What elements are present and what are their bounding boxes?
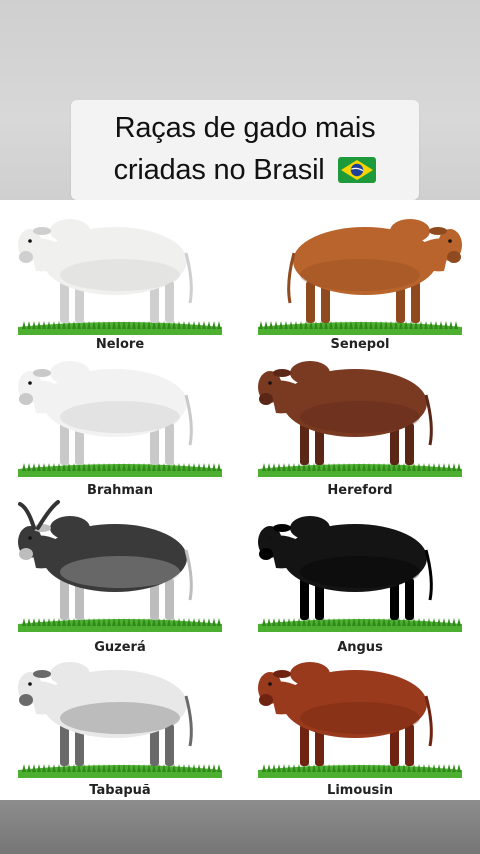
title-line-1: Raças de gado mais bbox=[114, 112, 376, 144]
cow-figure bbox=[258, 219, 462, 335]
cow-figure bbox=[258, 516, 462, 632]
breed-card: Tabapuã bbox=[0, 648, 240, 803]
breed-label: Nelore bbox=[95, 337, 145, 352]
title-line-2: criadas no Brasil bbox=[71, 154, 419, 191]
breed-image bbox=[18, 219, 222, 335]
breed-image bbox=[258, 219, 462, 335]
cow-figure bbox=[18, 500, 222, 632]
brazil-flag-icon bbox=[338, 157, 377, 191]
cow-figure bbox=[258, 361, 462, 477]
breed-card: Nelore bbox=[0, 205, 240, 357]
breed-label: Tabapuã bbox=[89, 783, 151, 798]
cow-figure bbox=[18, 361, 222, 477]
breed-image bbox=[258, 361, 462, 477]
breed-card: Limousin bbox=[240, 648, 480, 803]
breed-image bbox=[18, 500, 222, 632]
bottom-bar bbox=[0, 800, 480, 854]
breed-card: Brahman bbox=[0, 352, 240, 503]
title-line-2-text: criadas no Brasil bbox=[113, 154, 325, 186]
breed-label: Limousin bbox=[327, 783, 393, 798]
breed-label: Senepol bbox=[330, 337, 390, 352]
cow-figure bbox=[18, 219, 222, 335]
breed-card: Guzerá bbox=[0, 492, 240, 660]
breed-image bbox=[18, 361, 222, 477]
breed-image bbox=[18, 662, 222, 778]
title-card: Raças de gado mais criadas no Brasil bbox=[71, 100, 419, 200]
cow-figure bbox=[258, 662, 462, 778]
cow-figure bbox=[18, 662, 222, 778]
breed-image bbox=[258, 516, 462, 632]
breed-card: Senepol bbox=[240, 205, 480, 357]
breed-image bbox=[258, 662, 462, 778]
breed-card: Hereford bbox=[240, 352, 480, 503]
breed-card: Angus bbox=[240, 492, 480, 660]
